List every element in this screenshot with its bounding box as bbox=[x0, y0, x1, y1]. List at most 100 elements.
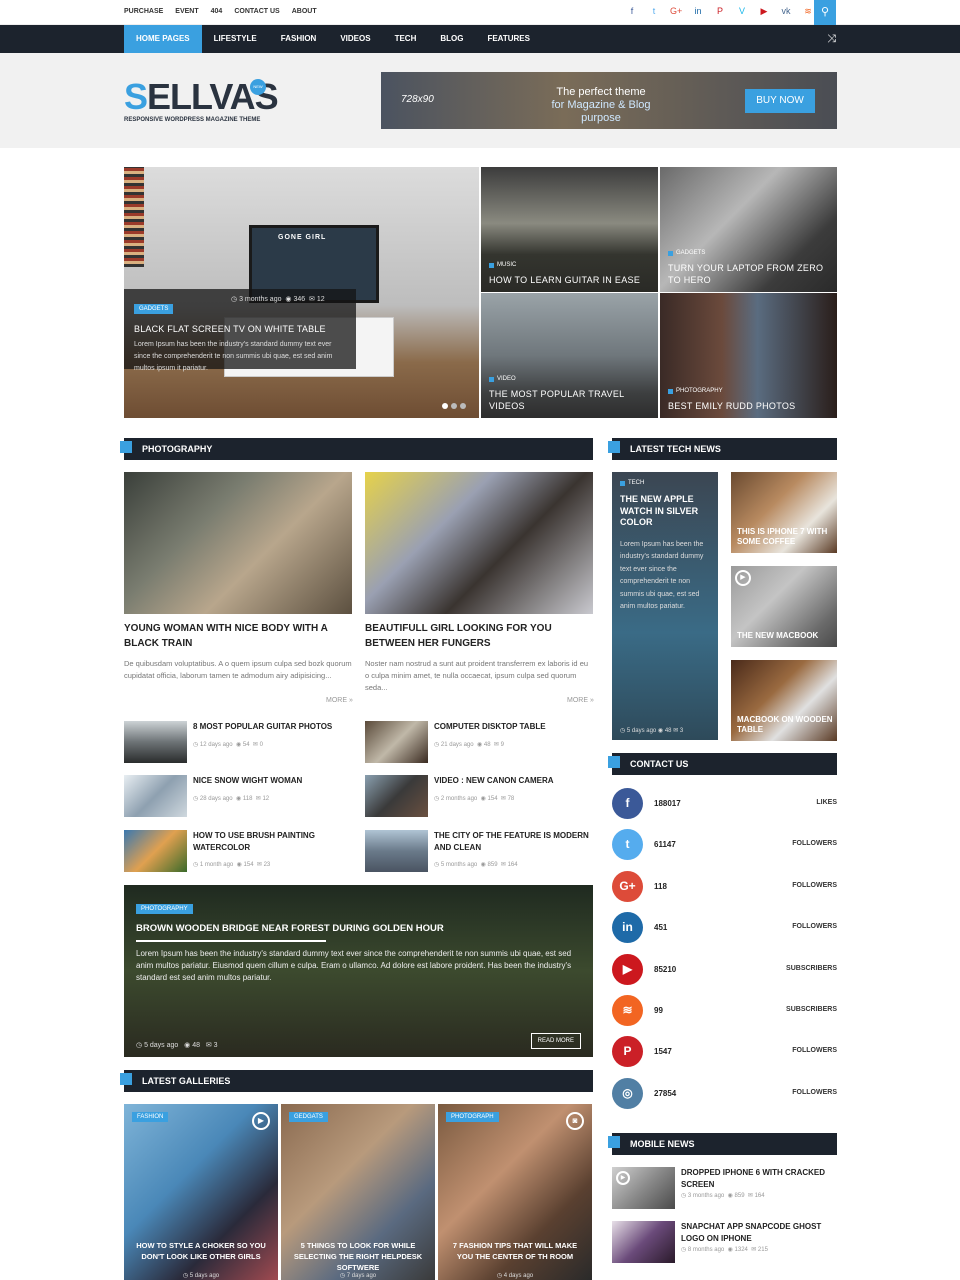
social-counter-row[interactable]: t 61147 FOLLOWERS bbox=[612, 829, 837, 863]
feature-badge[interactable]: PHOTOGRAPHY bbox=[136, 904, 193, 914]
hero-tile-music[interactable]: MUSIC HOW TO LEARN GUITAR IN EASE bbox=[481, 167, 658, 292]
youtube-icon[interactable]: ▶ bbox=[612, 953, 643, 985]
top-link-404[interactable]: 404 bbox=[211, 8, 223, 15]
post-image-train[interactable] bbox=[124, 472, 352, 614]
list-item[interactable]: THE CITY OF THE FEATURE IS MODERN AND CL… bbox=[365, 830, 593, 874]
vk-icon[interactable]: vk bbox=[780, 6, 792, 17]
gallery-title[interactable]: 5 THINGS TO LOOK FOR WHILE SELECTING THE… bbox=[289, 1240, 427, 1273]
youtube-icon[interactable]: ▶ bbox=[758, 6, 770, 17]
top-link-purchase[interactable]: PURCHASE bbox=[124, 8, 163, 15]
google-plus-icon[interactable]: G+ bbox=[670, 6, 682, 17]
tile-title[interactable]: HOW TO LEARN GUITAR IN EASE bbox=[489, 274, 650, 286]
twitter-icon[interactable]: t bbox=[612, 829, 643, 861]
hero-tile-video[interactable]: VIDEO THE MOST POPULAR TRAVEL VIDEOS bbox=[481, 293, 658, 418]
nav-features[interactable]: FEATURES bbox=[475, 25, 542, 53]
list-item-title[interactable]: THE CITY OF THE FEATURE IS MODERN AND CL… bbox=[434, 830, 594, 854]
list-item[interactable]: 8 MOST POPULAR GUITAR PHOTOS ◷ 12 days a… bbox=[124, 721, 352, 765]
gallery-item[interactable]: FASHION ▶ HOW TO STYLE A CHOKER SO YOU D… bbox=[124, 1104, 278, 1280]
social-counter-row[interactable]: ▶ 85210 SUBSCRIBERS bbox=[612, 953, 837, 988]
hero-tile-photography[interactable]: PHOTOGRAPHY BEST EMILY RUDD PHOTOS bbox=[660, 293, 837, 418]
more-link[interactable]: MORE » bbox=[567, 697, 594, 704]
tech-post-title[interactable]: MACBOOK ON WOODEN TABLE bbox=[737, 715, 837, 735]
list-item-title[interactable]: HOW TO USE BRUSH PAINTING WATERCOLOR bbox=[193, 830, 353, 854]
nav-home-pages[interactable]: HOME PAGES bbox=[124, 25, 202, 53]
top-link-event[interactable]: EVENT bbox=[175, 8, 198, 15]
gallery-badge[interactable]: FASHION bbox=[132, 1112, 169, 1122]
google-plus-icon[interactable]: G+ bbox=[612, 870, 643, 902]
social-counter-row[interactable]: ≋ 99 SUBSCRIBERS bbox=[612, 995, 837, 1029]
list-item[interactable]: ▶ DROPPED IPHONE 6 WITH CRACKED SCREEN ◷… bbox=[612, 1167, 837, 1211]
camera-icon[interactable]: ◙ bbox=[566, 1112, 584, 1130]
slider-dot[interactable] bbox=[451, 403, 457, 409]
play-icon[interactable]: ▶ bbox=[616, 1171, 630, 1185]
tech-post[interactable]: ▶ THE NEW MACBOOK bbox=[731, 566, 837, 647]
tech-featured-title[interactable]: THE NEW APPLE WATCH IN SILVER COLOR bbox=[620, 494, 710, 529]
list-item[interactable]: NICE SNOW WIGHT WOMAN ◷ 28 days ago ◉ 11… bbox=[124, 775, 352, 819]
hero-tile-gadgets[interactable]: GADGETS TURN YOUR LAPTOP FROM ZERO TO HE… bbox=[660, 167, 837, 292]
vimeo-icon[interactable]: V bbox=[736, 6, 748, 17]
social-counter-row[interactable]: G+ 118 FOLLOWERS bbox=[612, 870, 837, 905]
social-counter-row[interactable]: f 188017 LIKES bbox=[612, 788, 837, 822]
facebook-icon[interactable]: f bbox=[626, 6, 638, 17]
tile-title[interactable]: THE MOST POPULAR TRAVEL VIDEOS bbox=[489, 388, 650, 412]
social-counter-row[interactable]: P 1547 FOLLOWERS bbox=[612, 1036, 837, 1070]
list-item[interactable]: SNAPCHAT APP SNAPCODE GHOST LOGO ON IPHO… bbox=[612, 1221, 837, 1265]
gallery-title[interactable]: 7 FASHION TIPS THAT WILL MAKE YOU THE CE… bbox=[446, 1240, 584, 1262]
list-item-title[interactable]: COMPUTER DISKTOP TABLE bbox=[434, 721, 594, 733]
buy-now-button[interactable]: BUY NOW bbox=[745, 89, 815, 113]
post-image-girl[interactable] bbox=[365, 472, 593, 614]
social-counter-row[interactable]: in 451 FOLLOWERS bbox=[612, 912, 837, 946]
rss-icon[interactable]: ≋ bbox=[802, 6, 814, 17]
hero-title[interactable]: BLACK FLAT SCREEN TV ON WHITE TABLE bbox=[134, 324, 346, 334]
tile-title[interactable]: TURN YOUR LAPTOP FROM ZERO TO HERO bbox=[668, 262, 829, 286]
shuffle-icon[interactable]: ⤨ bbox=[827, 33, 836, 46]
search-button[interactable]: ⚲ bbox=[814, 0, 836, 25]
linkedin-icon[interactable]: in bbox=[692, 6, 704, 17]
slider-dot[interactable] bbox=[460, 403, 466, 409]
top-link-contact[interactable]: CONTACT US bbox=[234, 8, 279, 15]
tech-featured-post[interactable]: TECH THE NEW APPLE WATCH IN SILVER COLOR… bbox=[612, 472, 718, 740]
tech-post-title[interactable]: THE NEW MACBOOK bbox=[737, 631, 818, 641]
hero-main-post[interactable]: GONE GIRL GADGETS ◷ 3 months ago ◉ 346 ✉… bbox=[124, 167, 479, 418]
ad-banner[interactable]: 728x90 The perfect theme for Magazine & … bbox=[381, 72, 837, 129]
tech-post[interactable]: THIS IS IPHONE 7 WITH SOME COFFEE bbox=[731, 472, 837, 553]
social-counter-row[interactable]: ◎ 27854 FOLLOWERS bbox=[612, 1077, 837, 1112]
gallery-title[interactable]: HOW TO STYLE A CHOKER SO YOU DON'T LOOK … bbox=[132, 1240, 270, 1262]
tech-post-title[interactable]: THIS IS IPHONE 7 WITH SOME COFFEE bbox=[737, 527, 837, 547]
list-item-title[interactable]: 8 MOST POPULAR GUITAR PHOTOS bbox=[193, 721, 353, 733]
more-link[interactable]: MORE » bbox=[326, 697, 353, 704]
nav-fashion[interactable]: FASHION bbox=[269, 25, 329, 53]
rss-icon[interactable]: ≋ bbox=[612, 995, 643, 1026]
nav-videos[interactable]: VIDEOS bbox=[328, 25, 382, 53]
list-item-title[interactable]: DROPPED IPHONE 6 WITH CRACKED SCREEN bbox=[681, 1167, 837, 1191]
play-icon[interactable]: ▶ bbox=[252, 1112, 270, 1130]
list-item[interactable]: COMPUTER DISKTOP TABLE ◷ 21 days ago ◉ 4… bbox=[365, 721, 593, 765]
nav-tech[interactable]: TECH bbox=[383, 25, 429, 53]
list-item-title[interactable]: VIDEO : NEW CANON CAMERA bbox=[434, 775, 594, 787]
feature-title[interactable]: BROWN WOODEN BRIDGE NEAR FOREST DURING G… bbox=[136, 923, 581, 934]
gallery-badge[interactable]: PHOTOGRAPH bbox=[446, 1112, 499, 1122]
top-link-about[interactable]: ABOUT bbox=[292, 8, 317, 15]
gallery-item[interactable]: PHOTOGRAPH ◙ 7 FASHION TIPS THAT WILL MA… bbox=[438, 1104, 592, 1280]
gallery-badge[interactable]: GEDGATS bbox=[289, 1112, 328, 1122]
list-item[interactable]: HOW TO USE BRUSH PAINTING WATERCOLOR ◷ 1… bbox=[124, 830, 352, 874]
nav-blog[interactable]: BLOG bbox=[428, 25, 475, 53]
facebook-icon[interactable]: f bbox=[612, 788, 643, 819]
list-item-title[interactable]: NICE SNOW WIGHT WOMAN bbox=[193, 775, 353, 787]
linkedin-icon[interactable]: in bbox=[612, 912, 643, 944]
twitter-icon[interactable]: t bbox=[648, 6, 660, 17]
gallery-item[interactable]: GEDGATS 5 THINGS TO LOOK FOR WHILE SELEC… bbox=[281, 1104, 435, 1280]
nav-lifestyle[interactable]: LIFESTYLE bbox=[202, 25, 269, 53]
site-logo[interactable]: SELLVAS RESPONSIVE WORDPRESS MAGAZINE TH… bbox=[124, 79, 279, 129]
post-title[interactable]: YOUNG WOMAN WITH NICE BODY WITH A BLACK … bbox=[124, 621, 352, 651]
instagram-icon[interactable]: ◎ bbox=[612, 1077, 643, 1109]
post-title[interactable]: BEAUTIFULL GIRL LOOKING FOR YOU BETWEEN … bbox=[365, 621, 593, 651]
featured-post[interactable]: PHOTOGRAPHY BROWN WOODEN BRIDGE NEAR FOR… bbox=[124, 885, 593, 1057]
slider-dot[interactable] bbox=[442, 403, 448, 409]
read-more-button[interactable]: READ MORE bbox=[530, 1033, 581, 1049]
play-icon[interactable]: ▶ bbox=[735, 570, 751, 586]
tile-title[interactable]: BEST EMILY RUDD PHOTOS bbox=[668, 400, 829, 412]
list-item-title[interactable]: SNAPCHAT APP SNAPCODE GHOST LOGO ON IPHO… bbox=[681, 1221, 837, 1245]
pinterest-icon[interactable]: P bbox=[612, 1036, 643, 1068]
tech-post[interactable]: MACBOOK ON WOODEN TABLE bbox=[731, 660, 837, 741]
